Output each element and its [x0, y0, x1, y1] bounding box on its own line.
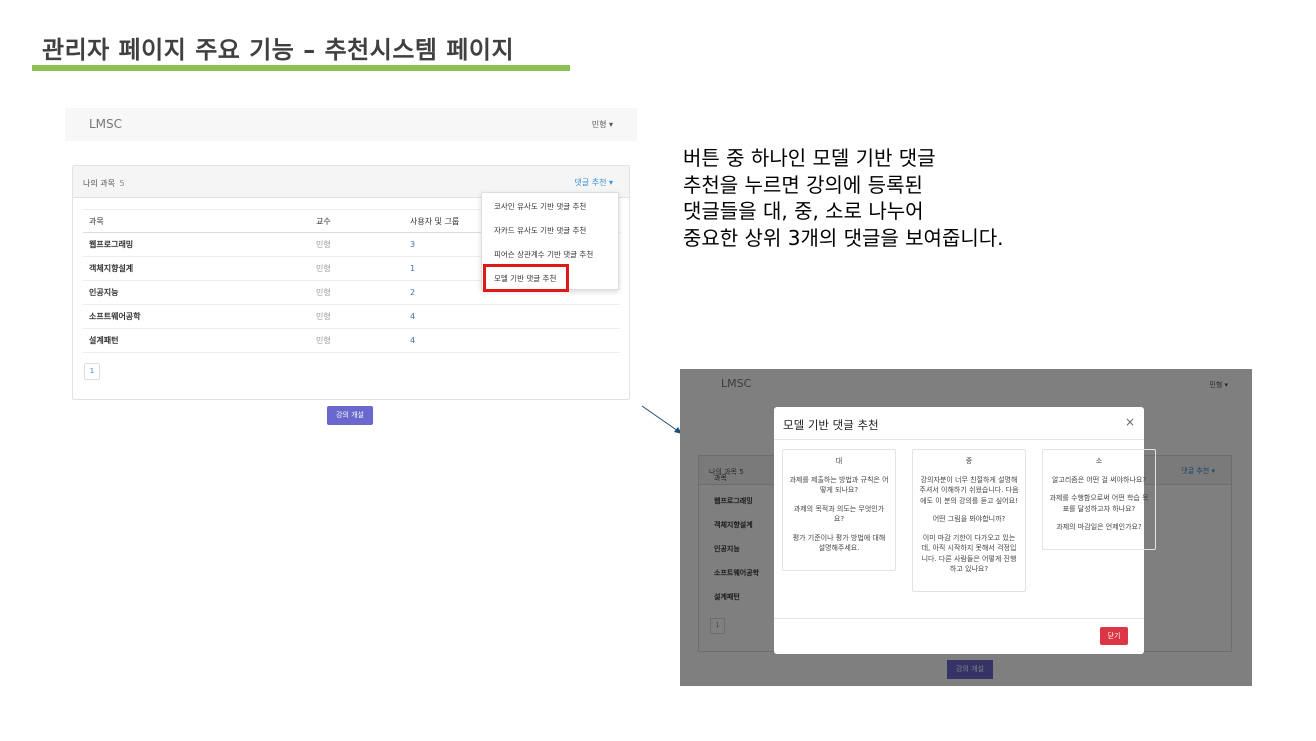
description-text: 버튼 중 하나인 모델 기반 댓글 추천을 누르면 강의에 등록된 댓글들을 대…	[683, 146, 1004, 250]
column-header: 교수	[310, 209, 404, 233]
course-users-link[interactable]: 4	[404, 328, 620, 353]
comment-text: 강의자분이 너무 친절하게 설명해주셔서 이해하기 쉬웠습니다. 다음에도 이 …	[919, 475, 1019, 505]
brand-logo[interactable]: LMSC	[89, 117, 122, 131]
comment-text: 과제를 제출하는 방법과 규칙은 어떻게 되나요?	[789, 475, 889, 495]
slide-title: 관리자 페이지 주요 기능 – 추천시스템 페이지	[42, 36, 515, 64]
comment-text: 어떤 그림을 봐야합니까?	[932, 515, 1006, 523]
course-name: 소프트웨어공학	[83, 304, 310, 329]
open-course-button[interactable]: 강의 개설	[327, 406, 373, 425]
comment-card-large: 대 과제를 제출하는 방법과 규칙은 어떻게 되나요? 과제의 목적과 의도는 …	[782, 449, 896, 571]
close-button[interactable]: 닫기	[1100, 627, 1128, 645]
column-header: 과목	[83, 209, 310, 233]
comment-text: 평가 기준이나 평가 방법에 대해 설명해주세요.	[792, 533, 886, 553]
menu-item-cosine[interactable]: 코사인 유사도 기반 댓글 추천	[494, 201, 586, 212]
comment-text: 알고리즘은 어떤 걸 써야하나요?	[1051, 475, 1147, 484]
card-header: 중	[965, 457, 973, 465]
table-row[interactable]: 설계패턴 민형 4	[83, 328, 620, 353]
course-name: 인공지능	[83, 280, 310, 305]
divider	[774, 439, 1144, 440]
menu-item-jaccard[interactable]: 자카드 유사도 기반 댓글 추천	[494, 225, 586, 236]
course-count-badge: 5	[119, 179, 125, 188]
comment-text: 과제의 마감일은 언제인가요?	[1056, 523, 1142, 531]
course-professor: 민형	[310, 280, 404, 305]
admin-page-screenshot: LMSC 민형 ▾ 나의 과목 5 댓글 추천 ▾ 과목 교수 사용자 및 그룹…	[65, 108, 637, 438]
course-name: 웹프로그래밍	[83, 232, 310, 257]
modal-title: 모델 기반 댓글 추천	[783, 418, 879, 432]
table-row[interactable]: 소프트웨어공학 민형 4	[83, 304, 620, 329]
user-menu[interactable]: 민형 ▾	[592, 119, 613, 130]
panel-title-label: 나의 과목	[83, 179, 115, 188]
recommend-modal: 모델 기반 댓글 추천 × 대 과제를 제출하는 방법과 규칙은 어떻게 되나요…	[774, 407, 1156, 654]
comment-recommend-button[interactable]: 댓글 추천 ▾	[574, 177, 613, 188]
comment-card-small: 소 알고리즘은 어떤 걸 써야하나요? 과제를 수행함으로써 어떤 학습 목표를…	[1042, 449, 1156, 550]
course-name: 객체지향설계	[83, 256, 310, 281]
course-professor: 민형	[310, 256, 404, 281]
pagination-page-1[interactable]: 1	[84, 363, 100, 380]
modal-screenshot: LMSC 민형 ▾ 나의 과목 5 댓글 추천 ▾ 과목 웹프로그래밍 객체지향…	[680, 369, 1252, 686]
close-icon[interactable]: ×	[1125, 415, 1135, 429]
course-name: 설계패턴	[83, 328, 310, 353]
divider	[774, 618, 1144, 619]
comment-text: 과제의 목적과 의도는 무엇인가요?	[793, 504, 885, 524]
highlight-box	[483, 264, 569, 292]
panel-title: 나의 과목 5	[83, 178, 125, 189]
navbar: LMSC 민형 ▾	[65, 108, 637, 141]
course-users-link[interactable]: 4	[404, 304, 620, 329]
comment-card-medium: 중 강의자분이 너무 친절하게 설명해주셔서 이해하기 쉬웠습니다. 다음에도 …	[912, 449, 1026, 592]
comment-text: 과제를 수행함으로써 어떤 학습 목표를 달성하고자 하나요?	[1049, 494, 1149, 513]
course-professor: 민형	[310, 232, 404, 257]
course-professor: 민형	[310, 304, 404, 329]
title-underline	[32, 65, 570, 71]
card-header: 소	[1095, 457, 1103, 465]
comment-text: 이미 마감 기한이 다가오고 있는데, 아직 시작하지 못해서 걱정입니다. 다…	[921, 533, 1017, 574]
card-header: 대	[835, 457, 843, 465]
menu-item-pearson[interactable]: 피어슨 상관계수 기반 댓글 추천	[494, 249, 593, 260]
course-professor: 민형	[310, 328, 404, 353]
